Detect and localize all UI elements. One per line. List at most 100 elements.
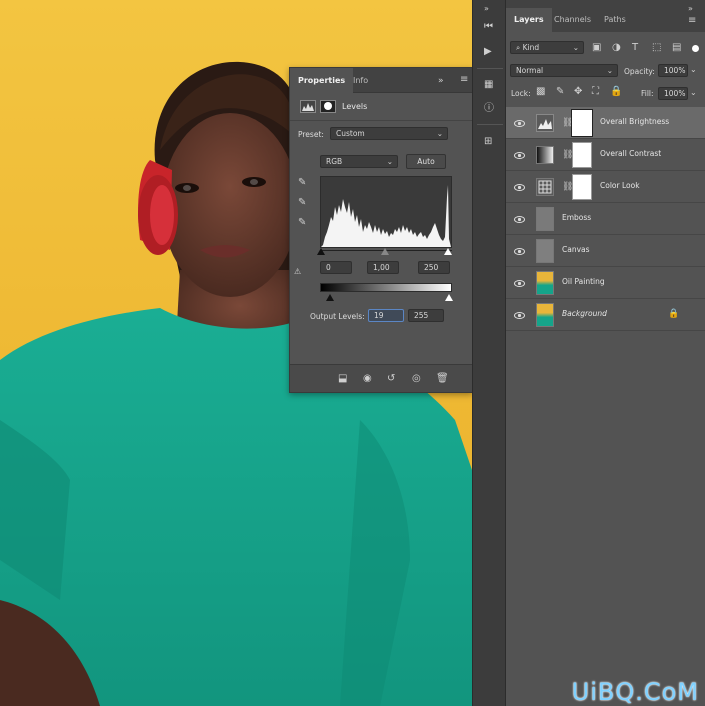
tab-channels[interactable]: Channels bbox=[546, 8, 599, 32]
layer-name: Canvas bbox=[562, 245, 590, 254]
layer-filter-dropdown[interactable]: ⌕ Kind ⌄ bbox=[510, 41, 584, 54]
output-black-field[interactable]: 19 bbox=[368, 309, 404, 322]
lock-transparent-icon[interactable]: ▩ bbox=[536, 87, 545, 97]
tab-properties[interactable]: Properties bbox=[290, 68, 354, 93]
layer-name: Overall Brightness bbox=[600, 117, 670, 126]
visibility-eye-icon[interactable] bbox=[514, 150, 525, 161]
visibility-eye-icon[interactable] bbox=[514, 278, 525, 289]
channel-dropdown[interactable]: RGB ⌄ bbox=[320, 155, 398, 168]
output-levels-label: Output Levels: bbox=[310, 312, 365, 321]
channel-value: RGB bbox=[326, 157, 343, 166]
history-icon[interactable]: ⏮ bbox=[484, 22, 493, 32]
properties-panel: Properties Info » ≡ Levels Preset: Custo… bbox=[289, 67, 473, 393]
visibility-eye-icon[interactable] bbox=[514, 182, 525, 193]
adjustments-icon[interactable]: ▦ bbox=[484, 80, 493, 90]
tab-layers[interactable]: Layers bbox=[506, 8, 552, 32]
layer-name: Oil Painting bbox=[562, 277, 605, 286]
lock-artboard-icon[interactable]: ⛶ bbox=[592, 87, 599, 97]
black-point-eyedropper-icon[interactable]: ✎ bbox=[298, 178, 306, 188]
photo-thumbnail bbox=[536, 303, 554, 327]
preset-dropdown[interactable]: Custom ⌄ bbox=[330, 127, 448, 140]
gray-point-eyedropper-icon[interactable]: ✎ bbox=[298, 198, 306, 208]
input-gamma-slider[interactable] bbox=[381, 248, 389, 255]
tab-info[interactable]: Info bbox=[345, 68, 376, 93]
input-black-field[interactable]: 0 bbox=[320, 261, 352, 274]
input-black-slider[interactable] bbox=[317, 248, 325, 255]
output-white-slider[interactable] bbox=[445, 294, 453, 301]
layers-tabbar: Layers Channels Paths » ≡ bbox=[506, 0, 705, 32]
gradient-map-icon bbox=[536, 146, 554, 164]
fill-field[interactable]: 100% bbox=[658, 87, 688, 100]
layer-row-oil-painting[interactable]: Oil Painting bbox=[506, 267, 705, 299]
filter-toggle-icon[interactable] bbox=[692, 45, 699, 52]
opacity-field[interactable]: 100% bbox=[658, 64, 688, 77]
layer-row-overall-contrast[interactable]: ⛓ Overall Contrast bbox=[506, 139, 705, 171]
input-white-field[interactable]: 250 bbox=[418, 261, 450, 274]
histogram bbox=[320, 176, 452, 248]
input-white-slider[interactable] bbox=[444, 248, 452, 255]
fill-label: Fill: bbox=[641, 89, 654, 98]
panel-dock-strip: » ⏮ ▶ ▦ ⓘ ⊞ bbox=[472, 0, 506, 706]
visibility-eye-icon[interactable] bbox=[514, 118, 525, 129]
layer-mask-thumbnail[interactable] bbox=[572, 174, 592, 200]
properties-panel-icon[interactable]: ⊞ bbox=[484, 137, 492, 147]
layer-mask-thumbnail[interactable] bbox=[572, 142, 592, 168]
levels-adjustment-icon bbox=[536, 114, 554, 132]
chevron-down-icon[interactable]: ⌄ bbox=[690, 88, 697, 98]
layer-row-overall-brightness[interactable]: ⛓ Overall Brightness bbox=[506, 107, 705, 139]
filter-value: Kind bbox=[522, 43, 540, 52]
layer-mask-icon[interactable] bbox=[320, 100, 336, 113]
blend-mode-value: Normal bbox=[516, 66, 544, 75]
delete-icon[interactable]: 🗑 bbox=[436, 374, 449, 384]
visibility-eye-icon[interactable]: ◎ bbox=[412, 374, 421, 384]
lock-image-icon[interactable]: ✎ bbox=[556, 87, 564, 97]
chevron-down-icon: ⌄ bbox=[386, 157, 393, 166]
preset-value: Custom bbox=[336, 129, 365, 138]
panel-menu-icon[interactable]: ≡ bbox=[460, 75, 468, 85]
opacity-label: Opacity: bbox=[624, 67, 655, 76]
reset-icon[interactable]: ↺ bbox=[387, 374, 395, 384]
layer-row-emboss[interactable]: Emboss bbox=[506, 203, 705, 235]
output-white-field[interactable]: 255 bbox=[408, 309, 444, 322]
filter-type-icon[interactable]: T bbox=[632, 43, 638, 53]
blend-mode-dropdown[interactable]: Normal ⌄ bbox=[510, 64, 618, 77]
lock-all-icon[interactable]: 🔒 bbox=[610, 87, 622, 97]
layers-panel: Layers Channels Paths » ≡ ⌕ Kind ⌄ ▣ ◑ T… bbox=[506, 0, 705, 706]
lock-position-icon[interactable]: ✥ bbox=[574, 87, 582, 97]
panel-menu-icon[interactable]: ≡ bbox=[688, 16, 696, 26]
clip-to-layer-icon[interactable]: ⬓ bbox=[338, 374, 347, 384]
layer-row-canvas[interactable]: Canvas bbox=[506, 235, 705, 267]
collapse-icon[interactable]: » bbox=[688, 4, 693, 14]
clipping-warning-icon[interactable]: ⚠ bbox=[294, 267, 301, 277]
layer-row-background[interactable]: Background 🔒 bbox=[506, 299, 705, 331]
layer-name: Emboss bbox=[562, 213, 592, 222]
collapse-panel-icon[interactable]: » bbox=[438, 76, 444, 86]
visibility-eye-icon[interactable] bbox=[514, 246, 525, 257]
auto-button[interactable]: Auto bbox=[406, 154, 446, 169]
visibility-eye-icon[interactable] bbox=[514, 310, 525, 321]
layer-row-color-look[interactable]: ⛓ Color Look bbox=[506, 171, 705, 203]
watermark-logo: UiBQ.CoM bbox=[571, 678, 699, 706]
properties-tabbar: Properties Info » ≡ bbox=[290, 68, 472, 93]
tab-paths[interactable]: Paths bbox=[596, 8, 634, 32]
info-icon[interactable]: ⓘ bbox=[484, 104, 494, 114]
filter-shape-icon[interactable]: ⬚ bbox=[652, 43, 661, 53]
layer-name: Overall Contrast bbox=[600, 149, 662, 158]
actions-play-icon[interactable]: ▶ bbox=[484, 47, 492, 57]
levels-adjustment-icon bbox=[300, 100, 316, 113]
filter-adjustment-icon[interactable]: ◑ bbox=[612, 43, 621, 53]
filter-smart-object-icon[interactable]: ▤ bbox=[672, 43, 681, 53]
chevron-down-icon[interactable]: ⌄ bbox=[690, 65, 697, 75]
color-lookup-icon bbox=[536, 178, 554, 196]
chevron-down-icon: ⌄ bbox=[606, 66, 613, 75]
layer-mask-thumbnail[interactable] bbox=[571, 109, 593, 137]
search-icon: ⌕ bbox=[516, 43, 523, 52]
view-previous-state-icon[interactable]: ◉ bbox=[363, 374, 372, 384]
lock-icon: 🔒 bbox=[668, 309, 680, 319]
output-black-slider[interactable] bbox=[326, 294, 334, 301]
expand-panels-icon[interactable]: » bbox=[484, 4, 489, 14]
white-point-eyedropper-icon[interactable]: ✎ bbox=[298, 218, 306, 228]
visibility-eye-icon[interactable] bbox=[514, 214, 525, 225]
filter-pixel-icon[interactable]: ▣ bbox=[592, 43, 601, 53]
input-gamma-field[interactable]: 1,00 bbox=[367, 261, 399, 274]
